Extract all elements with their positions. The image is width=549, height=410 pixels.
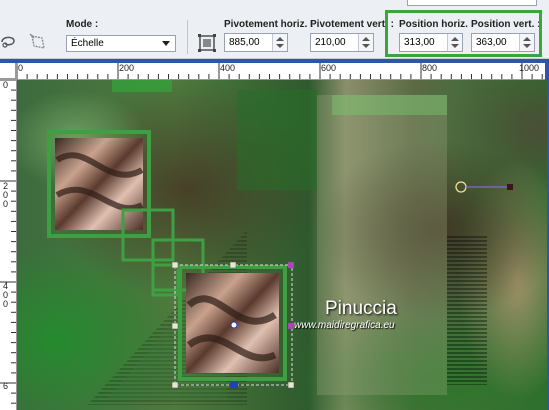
separator xyxy=(187,20,188,54)
ruler-label: 0 xyxy=(3,80,9,90)
pivot-vert-value: 210,00 xyxy=(315,37,346,48)
ruler-label: 6 xyxy=(3,381,9,391)
pivot-vert-stepper[interactable] xyxy=(358,34,373,51)
ruler-label: 1000 xyxy=(519,63,540,73)
ruler-ticks xyxy=(0,79,16,404)
ruler-label: 2 0 0 xyxy=(3,181,9,209)
pivot-horiz-value: 885,00 xyxy=(229,37,260,48)
mode-label: Mode : xyxy=(66,19,99,30)
mode-select[interactable]: Échelle xyxy=(66,35,176,52)
watermark-title: Pinuccia xyxy=(325,298,397,319)
lasso-icon[interactable] xyxy=(0,32,20,52)
watermark-url: www.maidiregrafica.eu xyxy=(294,320,395,331)
image-canvas[interactable]: Pinuccia www.maidiregrafica.eu xyxy=(17,80,547,410)
vertical-ruler[interactable]: 0 2 0 0 4 0 0 6 xyxy=(0,79,17,410)
chevron-down-icon xyxy=(162,41,170,46)
canvas-artwork xyxy=(47,80,513,405)
ruler-label: 4 0 0 xyxy=(3,281,9,309)
mode-select-value: Échelle xyxy=(71,38,104,49)
position-highlight-frame xyxy=(385,10,542,57)
pivot-vert-input[interactable]: 210,00 xyxy=(310,33,374,52)
top-edge-box xyxy=(407,0,537,6)
horizontal-ruler[interactable]: 0 200 400 600 800 1000 xyxy=(16,63,545,80)
pivot-horiz-label: Pivotement horiz. : xyxy=(224,19,314,30)
deform-icon[interactable] xyxy=(28,32,48,52)
pivot-horiz-input[interactable]: 885,00 xyxy=(224,33,288,52)
ruler-label: 800 xyxy=(422,63,438,73)
pivot-vert-label: Pivotement vert. : xyxy=(310,19,394,30)
ruler-ticks xyxy=(16,63,543,79)
ruler-corner xyxy=(0,63,16,79)
tool-options-bar: Mode : Échelle Pivotement horiz. : 885,0… xyxy=(0,0,549,59)
ruler-label: 600 xyxy=(321,63,337,73)
pick-tool-icon[interactable] xyxy=(197,33,217,53)
ruler-label: 0 xyxy=(18,63,24,73)
ruler-label: 200 xyxy=(119,63,135,73)
pivot-horiz-stepper[interactable] xyxy=(272,34,287,51)
ruler-label: 400 xyxy=(220,63,236,73)
